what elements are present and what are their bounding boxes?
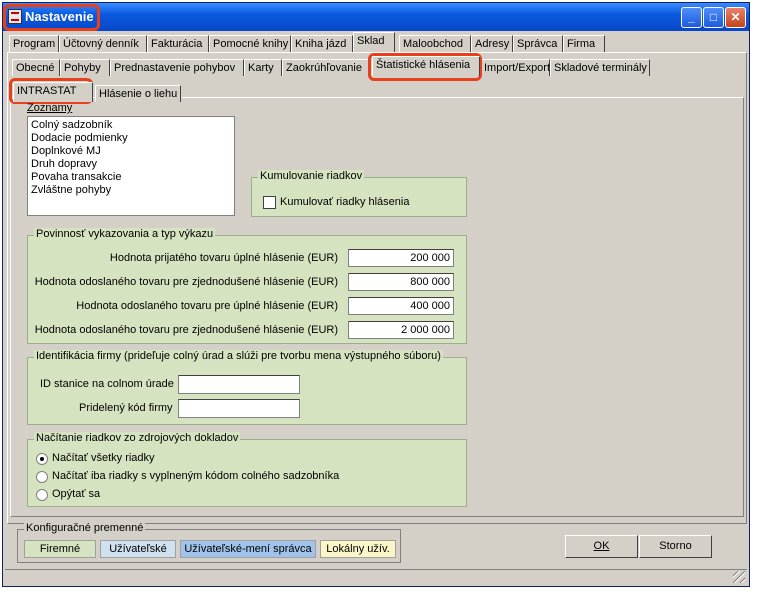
tab-maloobchod[interactable]: Maloobchod: [399, 35, 471, 52]
list-item[interactable]: Povaha transakcie: [31, 171, 231, 184]
close-button[interactable]: ✕: [725, 7, 746, 28]
loading-group: Načítanie riadkov zo zdrojových dokladov…: [27, 432, 467, 507]
list-item[interactable]: Dodacie podmienky: [31, 132, 231, 145]
stat-panel: INTRASTAT Hlásenie o liehu Zoznamy Colný…: [9, 78, 744, 517]
threshold-label: Hodnota odoslaného tovaru pre zjednoduše…: [34, 324, 338, 336]
load-coded-label: Načítať iba riadky s vyplneným kódom col…: [52, 470, 340, 482]
load-all-radio[interactable]: [36, 453, 48, 465]
chip-local-user: Lokálny užív.: [320, 540, 396, 558]
ask-radio[interactable]: [36, 489, 48, 501]
load-all-label: Načítať všetky riadky: [52, 452, 155, 464]
threshold-label: Hodnota odoslaného tovaru pre úplné hlás…: [76, 300, 338, 312]
threshold-label: Hodnota odoslaného tovaru pre zjednoduše…: [34, 276, 338, 288]
resize-grip-icon[interactable]: [733, 571, 745, 583]
threshold-field[interactable]: 800 000: [348, 273, 454, 291]
tab-adresy[interactable]: Adresy: [471, 35, 513, 52]
list-item[interactable]: Doplnkové MJ: [31, 145, 231, 158]
obligation-group: Povinnosť vykazovania a typ výkazu Hodno…: [27, 228, 467, 344]
ok-button[interactable]: OK: [565, 535, 638, 558]
lists-listbox[interactable]: Colný sadzobník Dodacie podmienky Doplnk…: [27, 116, 235, 216]
tab-zaokruhlovanie[interactable]: Zaokrúhľovanie: [282, 59, 370, 76]
threshold-field[interactable]: 400 000: [348, 297, 454, 315]
app-icon: [8, 9, 22, 24]
tab-obecne[interactable]: Obecné: [12, 59, 60, 76]
tab-firma[interactable]: Firma: [563, 35, 605, 52]
cumulation-label: Kumulovanie riadkov: [258, 170, 365, 182]
tab-fakturacia[interactable]: Fakturácia: [147, 35, 209, 52]
threshold-label: Hodnota prijatého tovaru úplné hlásenie …: [109, 252, 338, 264]
tab-skladove-terminaly[interactable]: Skladové terminály: [550, 59, 650, 76]
tab-pohyby[interactable]: Pohyby: [60, 59, 110, 76]
chip-user: Užívateľské: [100, 540, 176, 558]
tab-program[interactable]: Program: [9, 35, 59, 52]
lists-label: Zoznamy: [27, 102, 73, 114]
load-coded-radio[interactable]: [36, 471, 48, 483]
maximize-button[interactable]: □: [703, 7, 724, 28]
tab-hlasenie-o-liehu[interactable]: Hlásenie o liehu: [95, 85, 181, 102]
tab-import-export[interactable]: Import/Export: [480, 59, 550, 76]
identification-label: Identifikácia firmy (prideľuje colný úra…: [34, 350, 443, 362]
title-bar[interactable]: Nastavenie _ □ ✕: [3, 3, 749, 31]
window-title: Nastavenie: [25, 9, 94, 24]
list-item[interactable]: Zvláštne pohyby: [31, 184, 231, 197]
company-code-input[interactable]: [178, 399, 300, 418]
tab-karty[interactable]: Karty: [244, 59, 282, 76]
identification-group: Identifikácia firmy (prideľuje colný úra…: [27, 350, 467, 425]
chip-firm: Firemné: [24, 540, 96, 558]
tab-spravca[interactable]: Správca: [513, 35, 563, 52]
station-id-label: ID stanice na colnom úrade: [40, 378, 174, 390]
loading-label: Načítanie riadkov zo zdrojových dokladov: [34, 432, 241, 444]
tab-pomocne-knihy[interactable]: Pomocné knihy: [209, 35, 291, 52]
config-group: Konfiguračné premenné Firemné Užívateľsk…: [17, 522, 401, 563]
company-code-label: Pridelený kód firmy: [79, 402, 173, 414]
cumulation-group: Kumulovanie riadkov Kumulovať riadky hlá…: [251, 170, 467, 217]
minimize-button[interactable]: _: [681, 7, 702, 28]
cancel-button[interactable]: Storno: [639, 535, 712, 558]
sklad-panel: Obecné Pohyby Prednastavenie pohybov Kar…: [7, 52, 747, 524]
tab-statisticke-hlasenia[interactable]: Štatistické hlásenia: [372, 56, 480, 76]
threshold-field[interactable]: 2 000 000: [348, 321, 454, 339]
tab-intrastat[interactable]: INTRASTAT: [13, 82, 93, 102]
tab-sklad[interactable]: Sklad: [353, 32, 395, 52]
threshold-field[interactable]: 200 000: [348, 249, 454, 267]
list-item[interactable]: Druh dopravy: [31, 158, 231, 171]
station-id-input[interactable]: [178, 375, 300, 394]
cumulate-checkbox[interactable]: [263, 196, 276, 209]
status-bar: [5, 569, 747, 585]
settings-window: Nastavenie _ □ ✕ Program Účtovný denník …: [2, 2, 750, 587]
tab-prednastavenie-pohybov[interactable]: Prednastavenie pohybov: [110, 59, 244, 76]
ask-label: Opýtať sa: [52, 488, 101, 500]
list-item[interactable]: Colný sadzobník: [31, 119, 231, 132]
chip-user-admin: Užívateľské-mení správca: [180, 540, 316, 558]
config-label: Konfiguračné premenné: [24, 522, 146, 534]
obligation-label: Povinnosť vykazovania a typ výkazu: [34, 228, 216, 240]
tab-uctovny-dennik[interactable]: Účtovný denník: [59, 35, 147, 52]
tab-kniha-jazd[interactable]: Kniha jázd: [291, 35, 353, 52]
cumulate-checkbox-label: Kumulovať riadky hlásenia: [280, 196, 410, 208]
